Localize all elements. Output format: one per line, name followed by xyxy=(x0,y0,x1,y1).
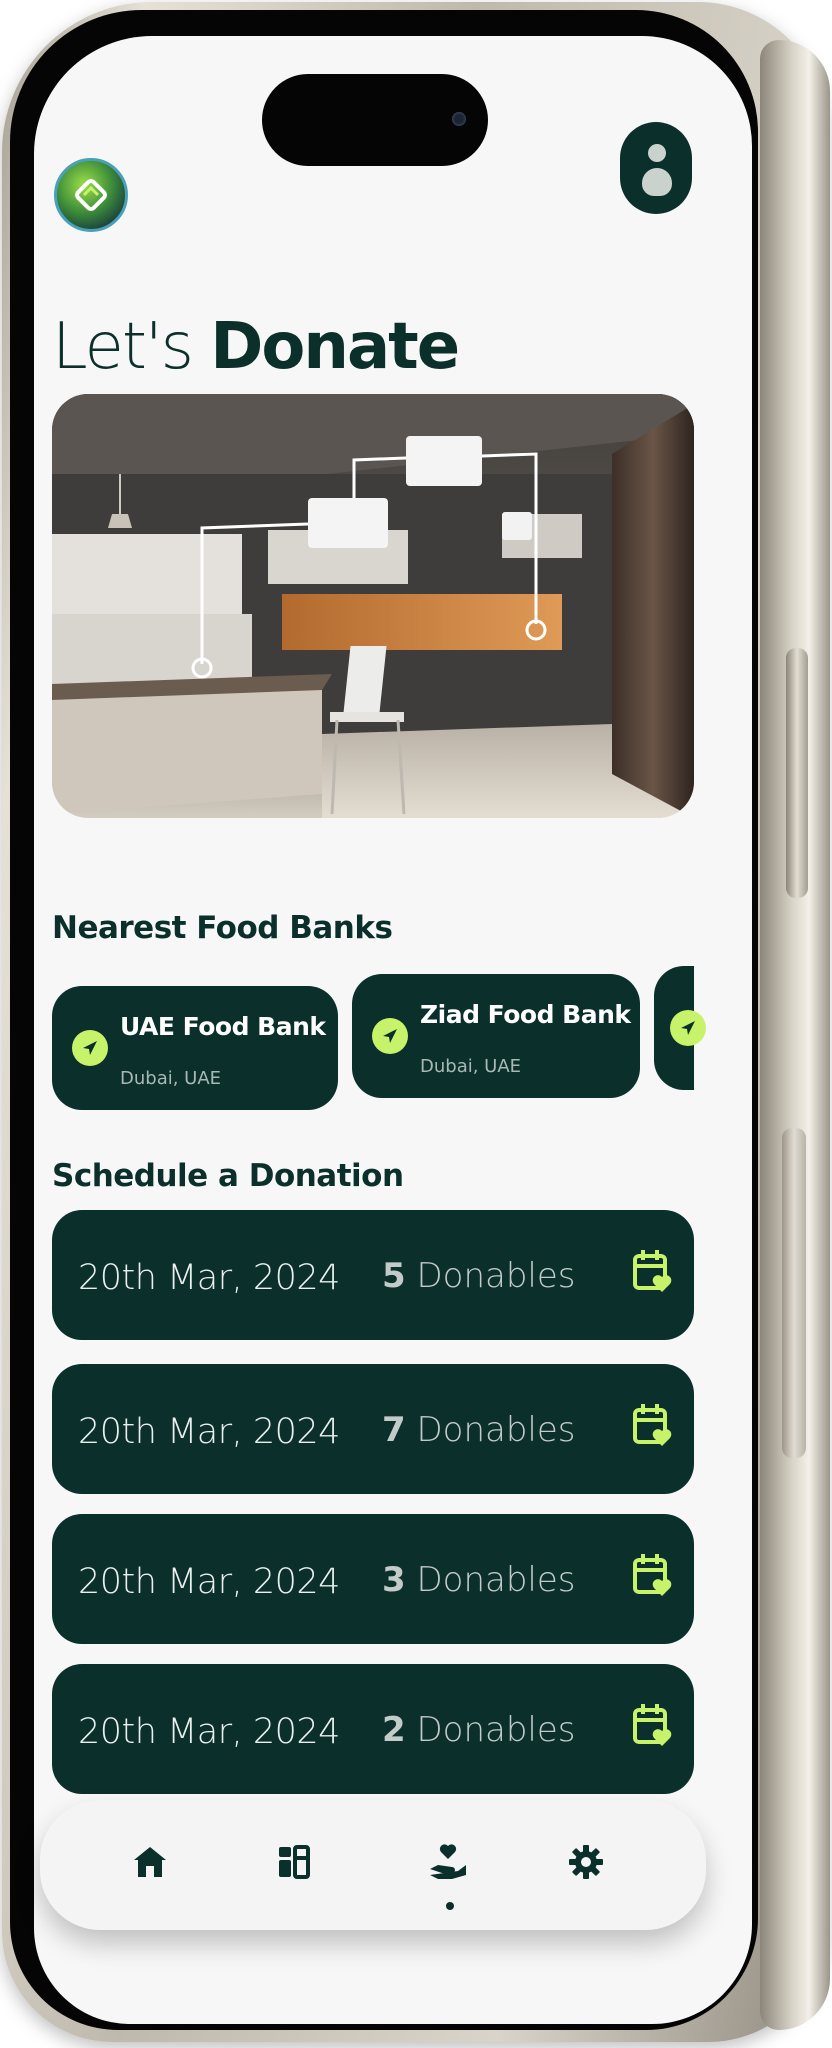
page-title-light: Let's xyxy=(52,310,194,384)
schedule-date: 20th Mar, 2024 xyxy=(78,1712,340,1752)
donables-unit: Donables xyxy=(416,1256,576,1296)
app-logo[interactable] xyxy=(54,158,128,232)
hero-image xyxy=(52,394,694,818)
dashboard-icon xyxy=(279,1845,310,1879)
donables-unit: Donables xyxy=(416,1410,576,1450)
calendar-heart-icon[interactable] xyxy=(632,1702,676,1750)
food-bank-location: Dubai, UAE xyxy=(120,1068,222,1089)
schedule-card[interactable]: 20th Mar, 2024 5 Donables xyxy=(52,1210,694,1340)
location-pin-icon xyxy=(670,1010,706,1046)
side-button-lower xyxy=(782,1128,806,1458)
nav-home[interactable] xyxy=(128,1840,172,1884)
dynamic-island xyxy=(262,74,488,166)
food-bank-name: Ziad Food Bank xyxy=(420,1000,631,1029)
side-button-power xyxy=(786,648,808,898)
front-camera xyxy=(452,112,466,126)
donables-unit: Donables xyxy=(416,1560,576,1600)
schedule-donables: 3 Donables xyxy=(382,1560,576,1600)
donables-count: 5 xyxy=(382,1256,406,1296)
donables-count: 3 xyxy=(382,1560,406,1600)
nav-donate[interactable] xyxy=(426,1840,470,1884)
schedule-card[interactable]: 20th Mar, 2024 3 Donables xyxy=(52,1514,694,1644)
schedule-date: 20th Mar, 2024 xyxy=(78,1562,340,1602)
recycle-knot-logo-icon xyxy=(75,179,107,211)
schedule-card[interactable]: 20th Mar, 2024 2 Donables xyxy=(52,1664,694,1794)
donables-count: 2 xyxy=(382,1710,406,1750)
food-bank-card[interactable]: UAE Food Bank Dubai, UAE xyxy=(52,986,338,1110)
phone-side-edge xyxy=(760,40,830,2030)
calendar-heart-icon[interactable] xyxy=(632,1248,676,1296)
calendar-heart-icon[interactable] xyxy=(632,1402,676,1450)
page-title-bold: Donate xyxy=(210,310,460,384)
donables-unit: Donables xyxy=(416,1710,576,1750)
home-icon xyxy=(134,1847,166,1877)
nav-settings[interactable] xyxy=(564,1840,608,1884)
user-avatar-icon[interactable] xyxy=(620,122,692,214)
kitchen-smart-devices-illustration xyxy=(52,394,694,818)
food-bank-card-partial[interactable] xyxy=(654,966,706,1090)
location-pin-icon xyxy=(372,1018,408,1054)
schedule-date: 20th Mar, 2024 xyxy=(78,1258,340,1298)
schedule-donables: 5 Donables xyxy=(382,1256,576,1296)
schedule-donables: 2 Donables xyxy=(382,1710,576,1750)
bottom-nav-bar xyxy=(40,1800,706,1930)
nav-dashboard[interactable] xyxy=(272,1840,316,1884)
schedule-donables: 7 Donables xyxy=(382,1410,576,1450)
active-nav-indicator xyxy=(446,1902,454,1910)
food-bank-name: UAE Food Bank xyxy=(120,1012,326,1041)
donables-count: 7 xyxy=(382,1410,406,1450)
calendar-heart-icon[interactable] xyxy=(632,1552,676,1600)
food-banks-heading: Nearest Food Banks xyxy=(52,910,393,946)
avatar-body xyxy=(642,168,672,196)
schedule-date: 20th Mar, 2024 xyxy=(78,1412,340,1452)
location-pin-icon xyxy=(72,1030,108,1066)
schedule-heading: Schedule a Donation xyxy=(52,1158,404,1194)
schedule-card[interactable]: 20th Mar, 2024 7 Donables xyxy=(52,1364,694,1494)
gear-icon xyxy=(569,1845,603,1879)
food-bank-location: Dubai, UAE xyxy=(420,1056,522,1077)
food-bank-card[interactable]: Ziad Food Bank Dubai, UAE xyxy=(352,974,640,1098)
donate-hand-icon xyxy=(430,1844,466,1879)
page-title: Let's Donate xyxy=(52,310,460,384)
avatar-head xyxy=(648,144,666,162)
